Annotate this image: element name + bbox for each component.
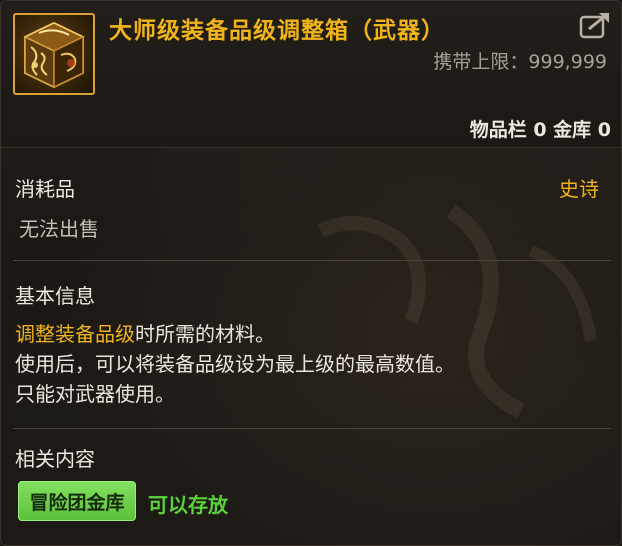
description-line-2: 使用后，可以将装备品级设为最上级的最高数值。 [15, 352, 455, 376]
basic-info-heading: 基本信息 [15, 284, 95, 308]
item-tooltip: 大师级装备品级调整箱（武器） 携带上限：999,999 物品栏 0 金库 0 消… [0, 0, 622, 546]
carry-limit-label: 携带上限： [433, 51, 529, 73]
share-icon[interactable] [579, 11, 611, 39]
golden-cube-box-icon [13, 13, 95, 95]
related-heading: 相关内容 [15, 447, 95, 471]
carry-limit: 携带上限：999,999 [433, 47, 607, 74]
description-highlight: 调整装备品级 [15, 322, 135, 346]
sell-status: 无法出售 [19, 217, 99, 241]
carry-limit-value: 999,999 [528, 51, 607, 73]
description-line-1-text: 时所需的材料。 [135, 322, 275, 346]
item-rarity: 史诗 [559, 177, 599, 201]
item-title: 大师级装备品级调整箱（武器） [109, 18, 445, 44]
storage-count: 物品栏 0 金库 0 [469, 119, 611, 141]
section-divider [13, 260, 611, 261]
item-description: 调整装备品级时所需的材料。 使用后，可以将装备品级设为最上级的最高数值。 只能对… [15, 319, 455, 409]
description-line-1: 调整装备品级时所需的材料。 [15, 319, 455, 349]
description-line-3: 只能对武器使用。 [15, 382, 175, 406]
section-divider [13, 428, 611, 429]
item-category: 消耗品 [15, 177, 75, 201]
tooltip-header: 大师级装备品级调整箱（武器） 携带上限：999,999 物品栏 0 金库 0 [1, 1, 621, 148]
adventure-vault-tag: 冒险团金库 [18, 481, 136, 521]
storable-status: 可以存放 [148, 493, 228, 517]
